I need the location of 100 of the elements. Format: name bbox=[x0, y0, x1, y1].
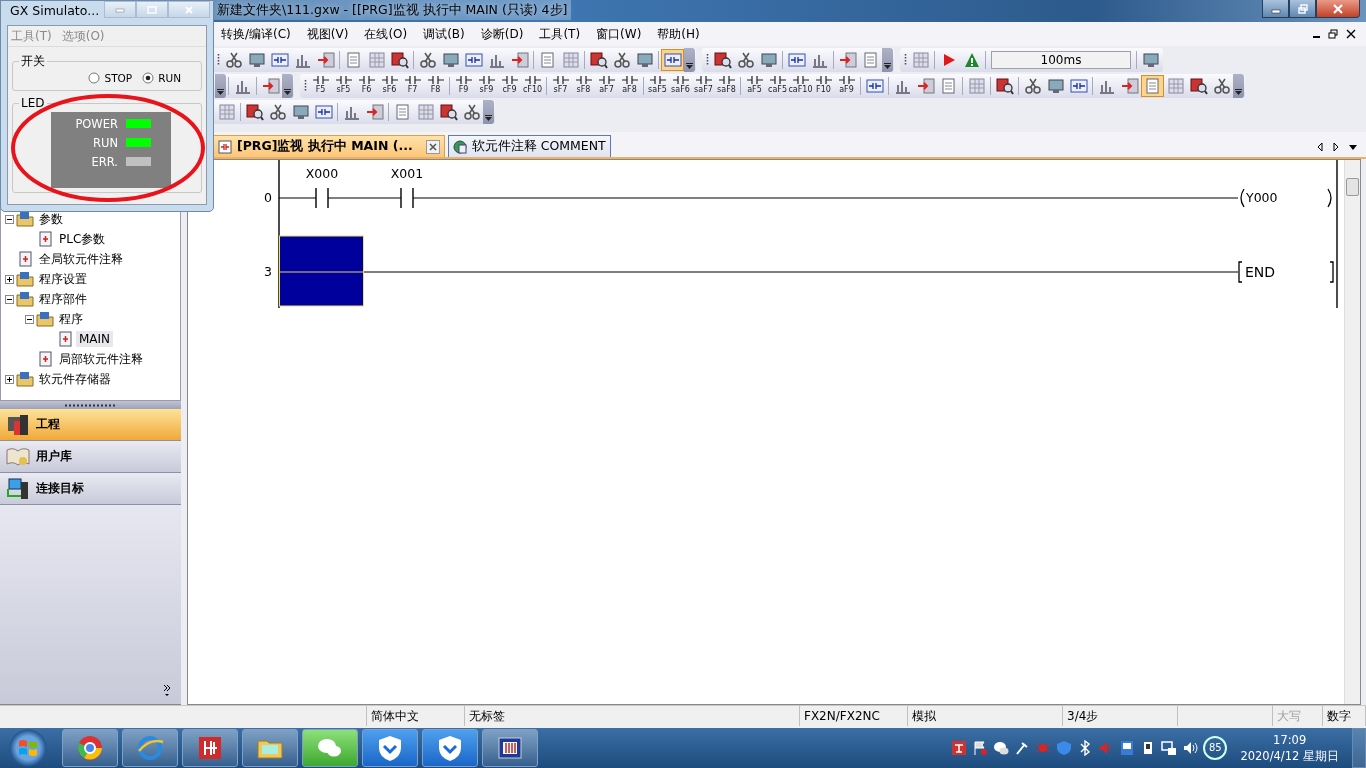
battery-badge[interactable]: 85 bbox=[1203, 736, 1228, 760]
more-button[interactable] bbox=[163, 684, 171, 696]
toolbar-button[interactable]: cF9 bbox=[498, 75, 521, 97]
app-icon[interactable] bbox=[1119, 740, 1136, 756]
folder-icon bbox=[16, 371, 34, 387]
toolbar-button[interactable] bbox=[1187, 75, 1210, 97]
input-method-icon[interactable] bbox=[951, 740, 968, 756]
radio-button[interactable]: RUN bbox=[142, 72, 181, 84]
contact-symbol-icon bbox=[552, 76, 569, 84]
toolbar-button[interactable]: F10 bbox=[812, 75, 835, 97]
taskbar-button[interactable] bbox=[242, 729, 298, 767]
overflow-button[interactable] bbox=[282, 74, 293, 98]
toolbar-button[interactable]: aF9 bbox=[835, 75, 858, 97]
toolbar-button[interactable]: sF5 bbox=[332, 75, 355, 97]
taskbar-button[interactable] bbox=[182, 729, 238, 767]
network-icon[interactable] bbox=[1161, 740, 1178, 756]
toolbar-button[interactable]: aF5 bbox=[743, 75, 766, 97]
toolbar-button[interactable] bbox=[388, 49, 411, 71]
grip-handle-icon bbox=[304, 79, 307, 93]
radio-button[interactable]: STOP bbox=[88, 72, 133, 84]
toolbar-button[interactable] bbox=[437, 101, 460, 123]
menu-item[interactable]: 工具(T) bbox=[531, 24, 589, 44]
menu-item[interactable]: 转换/编译(C) bbox=[213, 24, 299, 44]
scroll-thumb[interactable] bbox=[1346, 178, 1359, 196]
toolbar-button[interactable]: aF8 bbox=[618, 75, 641, 97]
magnifier-icon bbox=[439, 103, 458, 121]
toolbar-button[interactable]: saF5 bbox=[646, 75, 669, 97]
restore-button[interactable] bbox=[1289, 0, 1316, 18]
tree-item[interactable]: MAIN bbox=[76, 331, 114, 347]
globe-icon bbox=[452, 139, 467, 154]
taskbar-button[interactable] bbox=[422, 729, 478, 767]
toolbar-button[interactable] bbox=[711, 49, 734, 71]
taskbar-button[interactable] bbox=[62, 729, 118, 767]
collapse-toggle-icon[interactable] bbox=[5, 214, 14, 224]
navigation-button[interactable]: 工程 bbox=[0, 409, 181, 441]
chat-icon[interactable] bbox=[993, 740, 1010, 756]
toolbar-button[interactable]: caF5 bbox=[766, 75, 789, 97]
expand-toggle-icon[interactable] bbox=[5, 274, 14, 284]
folder-icon bbox=[16, 211, 34, 227]
overflow-button[interactable] bbox=[215, 74, 226, 98]
toolbar-button[interactable]: F5 bbox=[309, 75, 332, 97]
tab[interactable]: [PRG]监视 执行中 MAIN (... bbox=[213, 135, 445, 157]
menu-item[interactable]: 窗口(W) bbox=[588, 24, 650, 44]
menu-item[interactable]: 在线(O) bbox=[356, 24, 416, 44]
menu-item[interactable]: 视图(V) bbox=[298, 24, 357, 44]
toolbar-button[interactable]: sF7 bbox=[549, 75, 572, 97]
tree-item[interactable]: 软元件存储器 bbox=[36, 369, 114, 389]
taskbar-button[interactable] bbox=[362, 729, 418, 767]
toolbar-button[interactable]: saF7 bbox=[692, 75, 715, 97]
globe-icon bbox=[136, 734, 164, 762]
overflow-button[interactable] bbox=[882, 48, 893, 72]
flag-icon[interactable] bbox=[972, 740, 989, 756]
toolbar-button[interactable] bbox=[993, 75, 1016, 97]
grid-icon bbox=[967, 77, 986, 95]
menu-item[interactable]: 调试(B) bbox=[415, 24, 473, 44]
collapse-toggle-icon[interactable] bbox=[25, 314, 34, 324]
navigation-button[interactable]: 连接目标 bbox=[0, 473, 181, 505]
overflow-button[interactable] bbox=[1233, 74, 1244, 98]
toolbar-button[interactable] bbox=[661, 49, 684, 71]
toolbar-button[interactable]: cF10 bbox=[521, 75, 544, 97]
toolbar-button[interactable]: F6 bbox=[355, 75, 378, 97]
status-text: 无标签 bbox=[465, 706, 800, 726]
dropdown-arrow-icon bbox=[284, 89, 291, 95]
toolbar-button[interactable]: F7 bbox=[401, 75, 424, 97]
menu-item[interactable]: 帮助(H) bbox=[649, 24, 708, 44]
toolbar-button[interactable]: saF6 bbox=[669, 75, 692, 97]
close-tab-button[interactable] bbox=[425, 139, 440, 154]
tree-item[interactable]: 程序部件 bbox=[36, 289, 90, 309]
toolbar-button[interactable]: sF9 bbox=[475, 75, 498, 97]
toolbar-button[interactable]: sF8 bbox=[572, 75, 595, 97]
tab[interactable]: 软元件注释 COMMENT bbox=[447, 135, 611, 157]
collapse-toggle-icon[interactable] bbox=[5, 294, 14, 304]
contact-symbol-icon bbox=[524, 76, 541, 84]
expand-toggle-icon[interactable] bbox=[5, 374, 14, 384]
tree-item[interactable]: 全局软元件注释 bbox=[36, 249, 126, 269]
vertical-scrollbar[interactable] bbox=[1344, 160, 1360, 704]
toolbar-button[interactable] bbox=[243, 101, 266, 123]
navigation-button[interactable]: 用户库 bbox=[0, 441, 181, 473]
toolbar-button[interactable]: sF6 bbox=[378, 75, 401, 97]
tree-item[interactable]: 参数 bbox=[36, 209, 66, 229]
clock-date[interactable]: 2020/4/12 星期日 bbox=[1240, 748, 1339, 764]
volume-icon[interactable] bbox=[1182, 740, 1199, 756]
toolbar-button[interactable]: caF10 bbox=[789, 75, 812, 97]
clock-time[interactable]: 17:09 bbox=[1273, 732, 1307, 748]
tree-item[interactable]: PLC参数 bbox=[56, 229, 109, 249]
toolbar-button[interactable]: aF7 bbox=[595, 75, 618, 97]
toolbar-button[interactable] bbox=[587, 49, 610, 71]
monitor-icon bbox=[441, 51, 460, 69]
close-button[interactable] bbox=[1316, 0, 1360, 18]
minimize-button[interactable] bbox=[1262, 0, 1289, 18]
toolbar-button[interactable]: F9 bbox=[452, 75, 475, 97]
overflow-button[interactable] bbox=[684, 48, 695, 72]
menu-item[interactable]: 诊断(D) bbox=[472, 24, 532, 44]
tree-item[interactable]: 程序 bbox=[56, 309, 86, 329]
overflow-button[interactable] bbox=[483, 100, 494, 124]
toolbar-button[interactable]: saF8 bbox=[715, 75, 738, 97]
tree-item[interactable]: 程序设置 bbox=[36, 269, 90, 289]
taskbar-button[interactable] bbox=[482, 729, 538, 767]
tree-item[interactable]: 局部软元件注释 bbox=[56, 349, 146, 369]
toolbar-button[interactable]: F8 bbox=[424, 75, 447, 97]
